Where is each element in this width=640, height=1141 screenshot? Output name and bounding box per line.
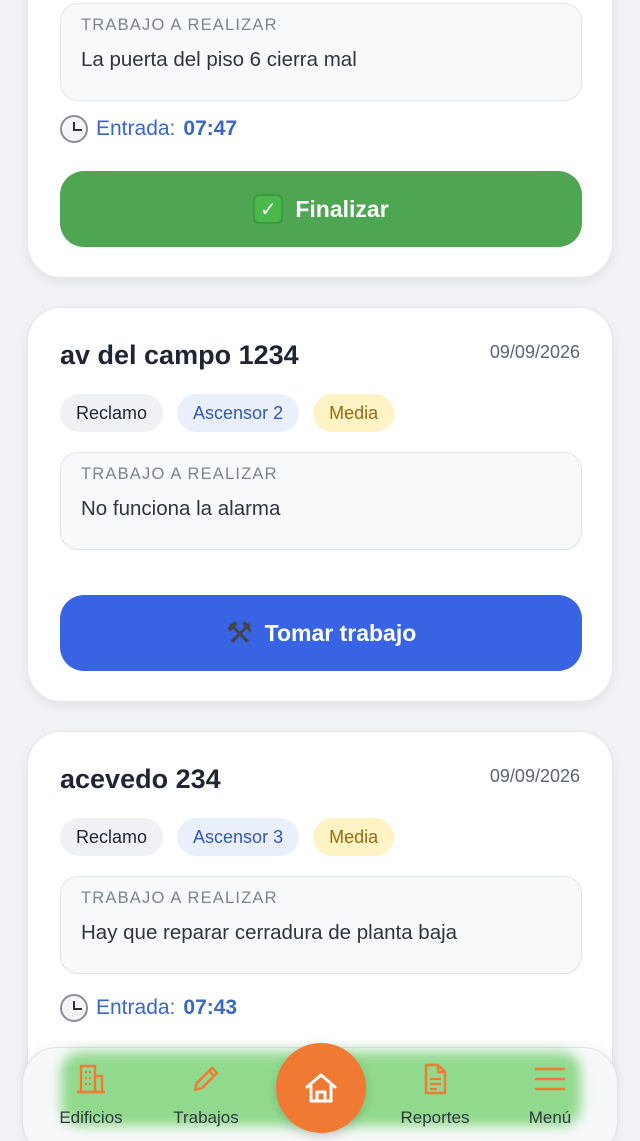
work-label: TRABAJO A REALIZAR	[81, 889, 278, 907]
work-label: TRABAJO A REALIZAR	[81, 465, 278, 483]
entry-time-row: Entrada: 07:43	[60, 994, 237, 1022]
document-icon	[424, 1063, 447, 1095]
job-card: TRABAJO A REALIZAR La puerta del piso 6 …	[27, 0, 613, 278]
finish-button-label: Finalizar	[295, 195, 389, 222]
work-text: Hay que reparar cerradura de planta baja	[81, 921, 458, 944]
bottom-nav: Edificios Trabajos Reportes Menú	[22, 1043, 618, 1141]
tag-priority: Media	[313, 818, 395, 856]
menu-icon	[534, 1067, 566, 1091]
finish-button[interactable]: ✓ Finalizar	[60, 171, 582, 247]
nav-label: Edificios	[59, 1108, 123, 1127]
nav-label: Menú	[528, 1108, 572, 1127]
check-mark-button-icon: ✓	[253, 194, 284, 224]
nav-item-home[interactable]	[276, 1043, 366, 1133]
tag-priority: Media	[313, 394, 395, 432]
tag-type: Reclamo	[60, 394, 164, 432]
job-card: av del campo 1234 09/09/2026 Reclamo Asc…	[27, 307, 613, 702]
entry-time-row: Entrada: 07:47	[60, 115, 237, 143]
nav-label: Reportes	[400, 1108, 470, 1127]
tag-type: Reclamo	[60, 818, 164, 856]
entry-time: 07:47	[183, 117, 238, 140]
tag-list: Reclamo Ascensor 2 Media	[60, 394, 395, 432]
pencil-icon	[193, 1066, 219, 1092]
work-text: No funciona la alarma	[81, 497, 281, 520]
job-date: 09/09/2026	[489, 342, 580, 362]
take-job-button-label: Tomar trabajo	[264, 619, 417, 646]
nav-item-menu[interactable]: Menú	[500, 1062, 600, 1128]
work-box: TRABAJO A REALIZAR La puerta del piso 6 …	[60, 3, 582, 101]
clock-icon	[60, 994, 88, 1022]
entry-time: 07:43	[183, 996, 238, 1019]
nav-item-edificios[interactable]: Edificios	[41, 1062, 141, 1128]
home-icon	[305, 1073, 337, 1103]
job-date: 09/09/2026	[489, 766, 580, 786]
entry-label: Entrada:	[96, 996, 176, 1019]
job-address: av del campo 1234	[60, 340, 299, 370]
tag-elevator: Ascensor 3	[177, 818, 300, 856]
job-address: acevedo 234	[60, 764, 221, 794]
work-text: La puerta del piso 6 cierra mal	[81, 48, 357, 71]
work-box: TRABAJO A REALIZAR Hay que reparar cerra…	[60, 876, 582, 974]
nav-item-trabajos[interactable]: Trabajos	[156, 1062, 256, 1128]
clock-icon	[60, 115, 88, 143]
entry-label: Entrada:	[96, 117, 176, 140]
tag-list: Reclamo Ascensor 3 Media	[60, 818, 395, 856]
tag-elevator: Ascensor 2	[177, 394, 300, 432]
take-job-button[interactable]: ⚒ Tomar trabajo	[60, 595, 582, 671]
building-icon	[77, 1064, 105, 1094]
work-label: TRABAJO A REALIZAR	[81, 16, 278, 34]
hammer-wrench-icon: ⚒	[225, 615, 253, 651]
nav-item-reportes[interactable]: Reportes	[385, 1062, 485, 1128]
work-box: TRABAJO A REALIZAR No funciona la alarma	[60, 452, 582, 550]
nav-label: Trabajos	[173, 1108, 239, 1127]
